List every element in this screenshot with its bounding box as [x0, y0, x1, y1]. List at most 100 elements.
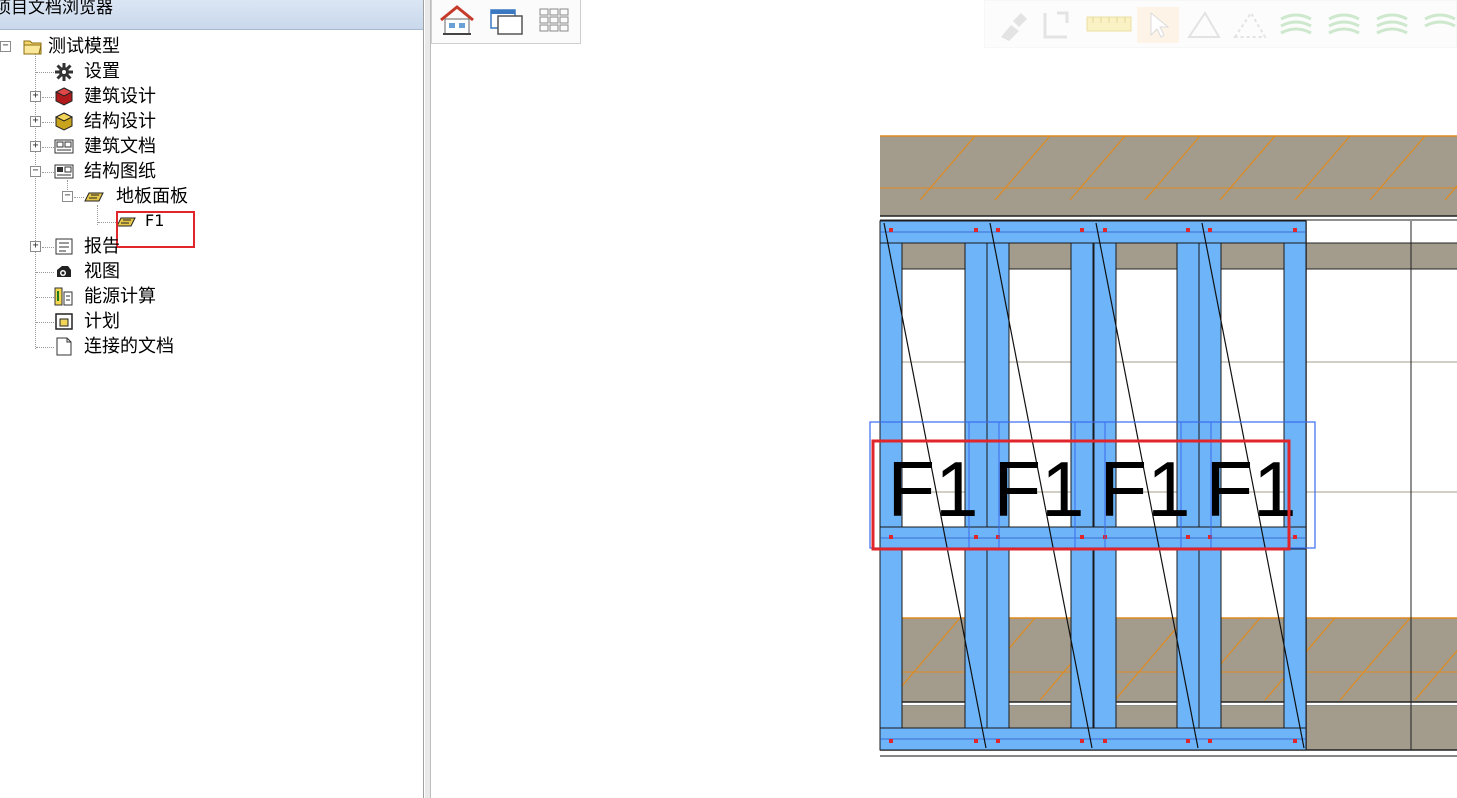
connector-mark	[1186, 535, 1190, 539]
top-wall	[880, 136, 1457, 216]
tree-line	[42, 122, 54, 123]
structure-drawing-icon	[54, 164, 74, 179]
tree-line	[42, 247, 54, 248]
connector-mark	[1293, 739, 1297, 743]
dashed-triangle-icon	[1233, 11, 1267, 38]
expand-toggle[interactable]: +	[30, 116, 41, 127]
tree-item-architecture-docs[interactable]: 建筑文档	[54, 134, 214, 159]
tree-line	[42, 147, 54, 148]
tree-line	[42, 172, 54, 173]
layers-icon	[1280, 13, 1312, 35]
tree-item-structure-drawings[interactable]: 结构图纸	[54, 159, 214, 184]
connector-mark	[1080, 228, 1084, 232]
faded-toolbar	[984, 0, 1457, 48]
yellow-cube-icon	[54, 112, 74, 131]
expand-toggle[interactable]: +	[30, 91, 41, 102]
project-browser-panel: 项目文档浏览器 − 测试模型 设置 + 建筑设计 + 结构设计 + 建筑文档 −…	[0, 0, 424, 798]
connector-mark	[1208, 739, 1212, 743]
connector-mark	[1293, 228, 1297, 232]
grid-button[interactable]	[534, 2, 574, 40]
layers-icon	[1376, 13, 1408, 35]
connector-mark	[974, 228, 978, 232]
floor-panel-icon	[84, 192, 104, 202]
panel-label-3: F1	[1099, 445, 1190, 533]
tree-line	[42, 97, 54, 98]
tree-line	[36, 347, 54, 348]
panel-title: 项目文档浏览器	[0, 0, 423, 30]
layers-icon	[1328, 13, 1360, 35]
home-icon	[440, 5, 474, 35]
pin-button[interactable]	[991, 7, 1033, 43]
tree-item-architecture-design[interactable]: 建筑设计	[54, 84, 214, 109]
connector-mark	[1080, 535, 1084, 539]
panel-label-4: F1	[1205, 445, 1296, 533]
red-cube-icon	[54, 87, 74, 106]
triangle-icon	[1187, 11, 1221, 38]
connector-mark	[1293, 535, 1297, 539]
energy-calc-icon	[54, 287, 73, 306]
gear-icon	[55, 63, 73, 81]
windows-button[interactable]	[486, 2, 526, 40]
tree-line	[74, 197, 84, 198]
connector-mark	[996, 739, 1000, 743]
tree-line	[36, 297, 54, 298]
connector-mark	[889, 228, 893, 232]
rotate-icon	[1043, 11, 1069, 39]
plan-icon	[55, 313, 73, 330]
panel-label-2: F1	[993, 445, 1084, 533]
tree-item-reports[interactable]: 报告	[54, 234, 214, 259]
collapse-toggle[interactable]: −	[30, 166, 41, 177]
tree-item-structure-design[interactable]: 结构设计	[54, 109, 214, 134]
connector-mark	[974, 535, 978, 539]
tree-item-floor-panels[interactable]: 地板面板	[84, 184, 244, 209]
layer-button-2[interactable]	[1323, 7, 1365, 43]
collapse-toggle[interactable]: −	[62, 191, 73, 202]
triangle-button[interactable]	[1183, 7, 1225, 43]
tree-item-energy-calc[interactable]: 能源计算	[54, 284, 214, 309]
panel-label-1: F1	[887, 445, 978, 533]
tree-line	[36, 72, 54, 73]
tree-item-views[interactable]: 视图	[54, 259, 214, 284]
connector-mark	[974, 739, 978, 743]
connector-mark	[996, 228, 1000, 232]
windows-icon	[490, 9, 523, 35]
connector-mark	[1103, 739, 1107, 743]
layer-button-4[interactable]	[1419, 7, 1457, 43]
ruler-button[interactable]	[1083, 7, 1135, 43]
home-button[interactable]	[437, 2, 477, 40]
tree-line	[36, 272, 54, 273]
ruler-icon	[1086, 16, 1132, 32]
report-icon	[55, 238, 73, 255]
camera-icon	[57, 266, 71, 277]
rotate-button[interactable]	[1035, 7, 1077, 43]
grid-icon	[539, 8, 569, 32]
layers-icon	[1424, 13, 1456, 28]
connector-mark	[889, 739, 893, 743]
floor-panel-drawing[interactable]: F1 F1 F1 F1	[865, 130, 1457, 765]
layer-button-1[interactable]	[1275, 7, 1317, 43]
connector-mark	[1103, 228, 1107, 232]
pin-icon	[1001, 13, 1027, 41]
expand-toggle[interactable]: +	[30, 141, 41, 152]
tree-item-linked-docs[interactable]: 连接的文档	[54, 334, 214, 359]
tree-item-plan[interactable]: 计划	[54, 309, 214, 334]
connector-mark	[889, 535, 893, 539]
connector-mark	[1080, 739, 1084, 743]
tree-line	[98, 222, 116, 223]
tree-item-settings[interactable]: 设置	[54, 59, 214, 84]
document-icon	[56, 337, 72, 356]
pointer-icon	[1137, 7, 1179, 43]
panel-splitter[interactable]	[425, 0, 431, 798]
architecture-doc-icon	[54, 139, 74, 154]
connector-mark	[1208, 228, 1212, 232]
view-toolbar	[431, 0, 581, 44]
collapse-toggle[interactable]: −	[0, 41, 11, 52]
folder-open-icon	[23, 40, 42, 55]
tree-line	[36, 322, 54, 323]
layer-button-3[interactable]	[1371, 7, 1413, 43]
connector-mark	[1186, 739, 1190, 743]
tree-item-root[interactable]: 测试模型	[20, 34, 180, 59]
pointer-button[interactable]	[1137, 7, 1179, 43]
expand-toggle[interactable]: +	[30, 241, 41, 252]
dashed-triangle-button[interactable]	[1229, 7, 1271, 43]
